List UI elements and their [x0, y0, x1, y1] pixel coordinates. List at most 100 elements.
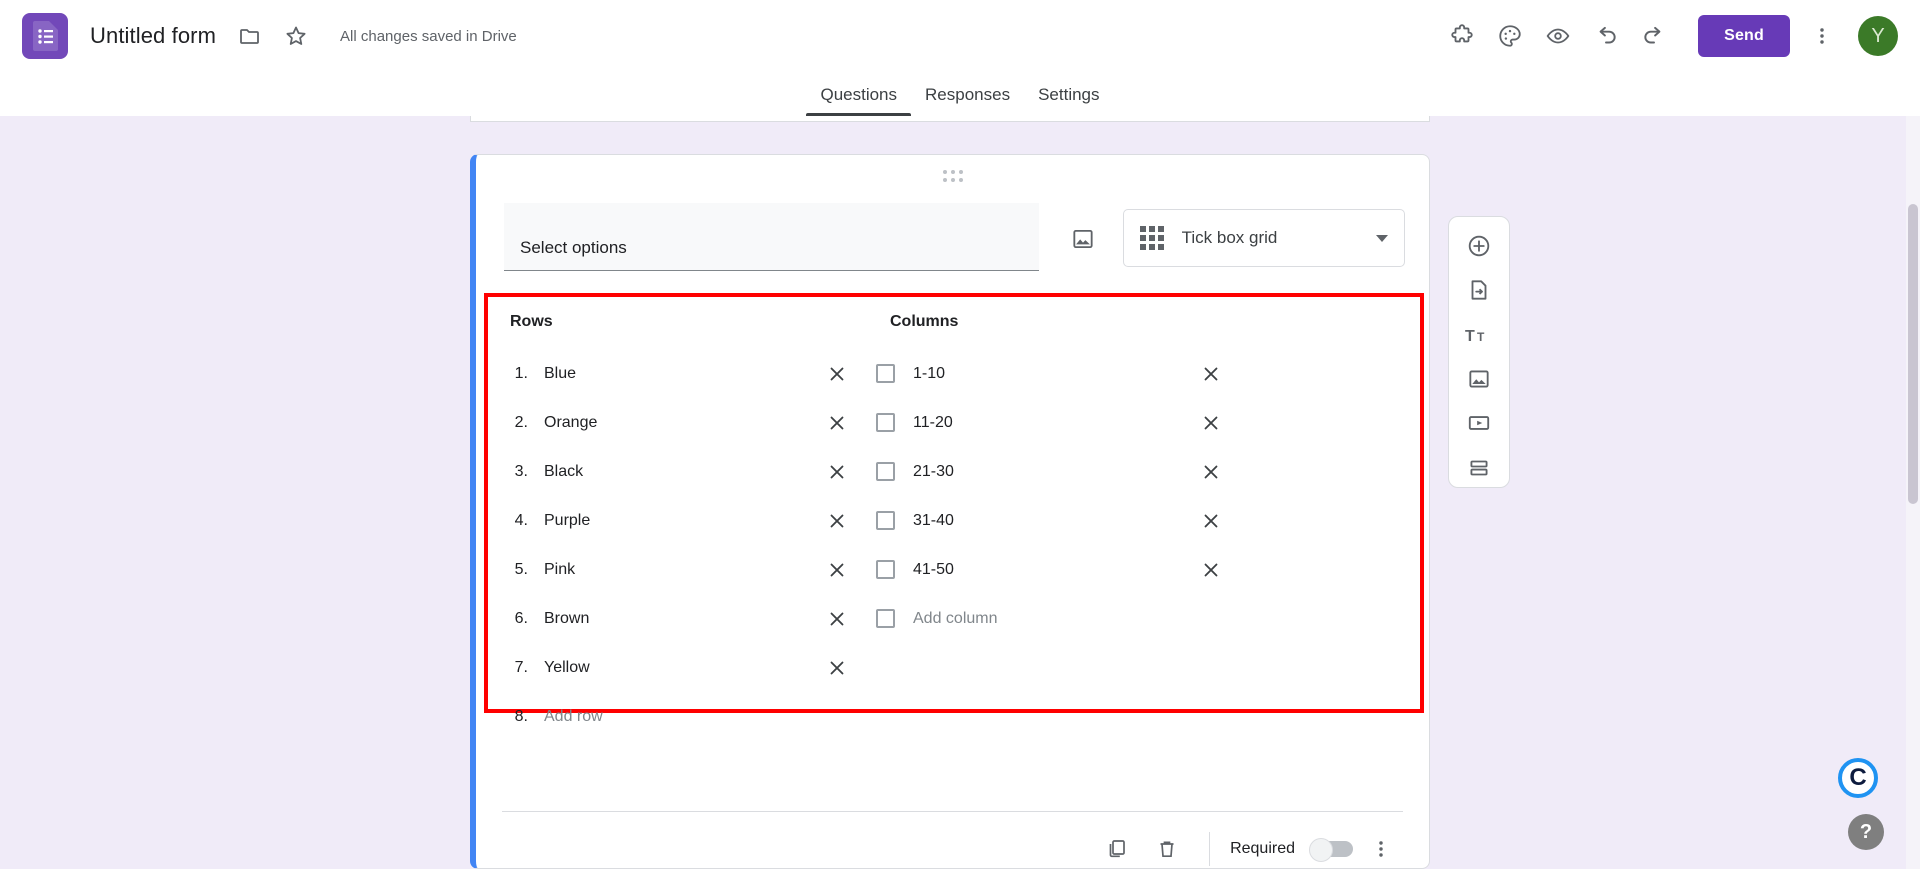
add-image-icon[interactable] — [1457, 360, 1501, 398]
remove-row-button[interactable] — [820, 651, 854, 685]
question-header: Tick box grid — [504, 203, 1405, 271]
remove-row-button[interactable] — [820, 553, 854, 587]
move-to-folder-button[interactable] — [228, 14, 272, 58]
svg-text:T: T — [1477, 330, 1485, 344]
vertical-scrollbar-track[interactable] — [1906, 116, 1920, 869]
remove-row-button[interactable] — [820, 455, 854, 489]
google-forms-logo-icon[interactable] — [22, 13, 68, 59]
row-label-input[interactable] — [544, 511, 824, 530]
tab-settings[interactable]: Settings — [1024, 85, 1113, 116]
remove-column-button[interactable] — [1194, 504, 1228, 538]
row-entry: 2. — [502, 413, 862, 432]
table-row: 1. — [502, 349, 1414, 398]
top-bar-actions: Send Y — [1440, 14, 1898, 58]
row-label-input[interactable] — [544, 364, 824, 383]
add-question-icon[interactable] — [1457, 227, 1501, 265]
column-label-input[interactable] — [913, 462, 1153, 481]
column-entry — [876, 560, 1153, 579]
help-button[interactable]: ? — [1848, 814, 1884, 850]
more-vertical-icon[interactable] — [1359, 827, 1403, 868]
row-entry: 1. — [502, 364, 862, 383]
save-status-text: All changes saved in Drive — [340, 27, 517, 45]
row-label-input[interactable] — [544, 609, 824, 628]
remove-row-button[interactable] — [820, 504, 854, 538]
google-forms-editor: Untitled form All changes saved in Drive — [0, 0, 1920, 869]
tick-box-grid-icon — [1139, 226, 1164, 250]
remove-row-button[interactable] — [820, 357, 854, 391]
table-row: 2. — [502, 398, 1414, 447]
send-button[interactable]: Send — [1698, 15, 1790, 57]
svg-text:T: T — [1465, 328, 1475, 345]
previous-card-edge — [470, 116, 1430, 122]
row-label-input[interactable] — [544, 658, 824, 677]
tab-bar: Questions Responses Settings — [0, 72, 1920, 116]
remove-column-button[interactable] — [1194, 357, 1228, 391]
chevron-down-icon — [1376, 234, 1388, 242]
drag-handle-icon[interactable] — [938, 169, 968, 183]
card-divider — [502, 811, 1403, 812]
remove-column-button[interactable] — [1194, 406, 1228, 440]
tab-responses[interactable]: Responses — [911, 85, 1024, 116]
row-label-input[interactable] — [544, 462, 824, 481]
vertical-scrollbar-thumb[interactable] — [1908, 204, 1918, 504]
checkbox-empty-icon — [876, 364, 895, 383]
add-row-entry[interactable]: 8. — [502, 707, 862, 726]
row-label-input[interactable] — [544, 413, 824, 432]
row-entry: 7. — [502, 658, 862, 677]
column-entry — [876, 511, 1153, 530]
column-label-input[interactable] — [913, 511, 1153, 530]
puzzle-piece-icon[interactable] — [1440, 14, 1484, 58]
row-number: 3. — [514, 462, 528, 480]
question-card[interactable]: Tick box grid Rows Columns 1. — [470, 154, 1430, 869]
add-title-description-icon[interactable]: T T — [1457, 316, 1501, 354]
footer-separator — [1209, 832, 1211, 866]
column-entry — [876, 413, 1153, 432]
question-type-label: Tick box grid — [1181, 228, 1278, 247]
add-column-input[interactable] — [913, 609, 1153, 628]
avatar[interactable]: Y — [1858, 16, 1898, 56]
row-number: 2. — [514, 413, 528, 431]
row-number: 8. — [514, 707, 528, 725]
duplicate-icon[interactable] — [1095, 827, 1139, 868]
undo-icon[interactable] — [1584, 14, 1628, 58]
remove-row-button[interactable] — [820, 406, 854, 440]
row-number: 5. — [514, 560, 528, 578]
redo-icon[interactable] — [1632, 14, 1676, 58]
eye-icon[interactable] — [1536, 14, 1580, 58]
table-row: 5. — [502, 545, 1414, 594]
row-entry: 3. — [502, 462, 862, 481]
add-section-icon[interactable] — [1457, 449, 1501, 487]
row-number: 4. — [514, 511, 528, 529]
more-vertical-icon[interactable] — [1800, 14, 1844, 58]
question-type-select[interactable]: Tick box grid — [1122, 209, 1405, 267]
column-label-input[interactable] — [913, 364, 1153, 383]
star-button[interactable] — [274, 14, 318, 58]
remove-column-button[interactable] — [1194, 553, 1228, 587]
checkbox-empty-icon — [876, 413, 895, 432]
cookiebot-badge-icon[interactable]: C — [1838, 758, 1878, 798]
question-title-input[interactable] — [504, 203, 1039, 271]
column-label-input[interactable] — [913, 560, 1153, 579]
form-canvas: Tick box grid Rows Columns 1. — [0, 116, 1920, 869]
import-questions-icon[interactable] — [1457, 271, 1501, 309]
row-number: 7. — [514, 658, 528, 676]
table-row: 4. — [502, 496, 1414, 545]
palette-icon[interactable] — [1488, 14, 1532, 58]
add-column-entry[interactable] — [876, 609, 1153, 628]
remove-row-button[interactable] — [820, 602, 854, 636]
add-image-icon[interactable] — [1061, 217, 1105, 261]
column-entry — [876, 462, 1153, 481]
document-title[interactable]: Untitled form — [90, 23, 216, 49]
table-row: 6. — [502, 594, 1414, 643]
add-row-input[interactable] — [544, 707, 824, 726]
required-toggle[interactable] — [1309, 838, 1353, 862]
remove-column-button[interactable] — [1194, 455, 1228, 489]
tab-questions[interactable]: Questions — [806, 85, 911, 116]
column-label-input[interactable] — [913, 413, 1153, 432]
trash-icon[interactable] — [1145, 827, 1189, 868]
row-entry: 5. — [502, 560, 862, 579]
row-label-input[interactable] — [544, 560, 824, 579]
table-row: 3. — [502, 447, 1414, 496]
add-video-icon[interactable] — [1457, 404, 1501, 442]
row-entry: 6. — [502, 609, 862, 628]
